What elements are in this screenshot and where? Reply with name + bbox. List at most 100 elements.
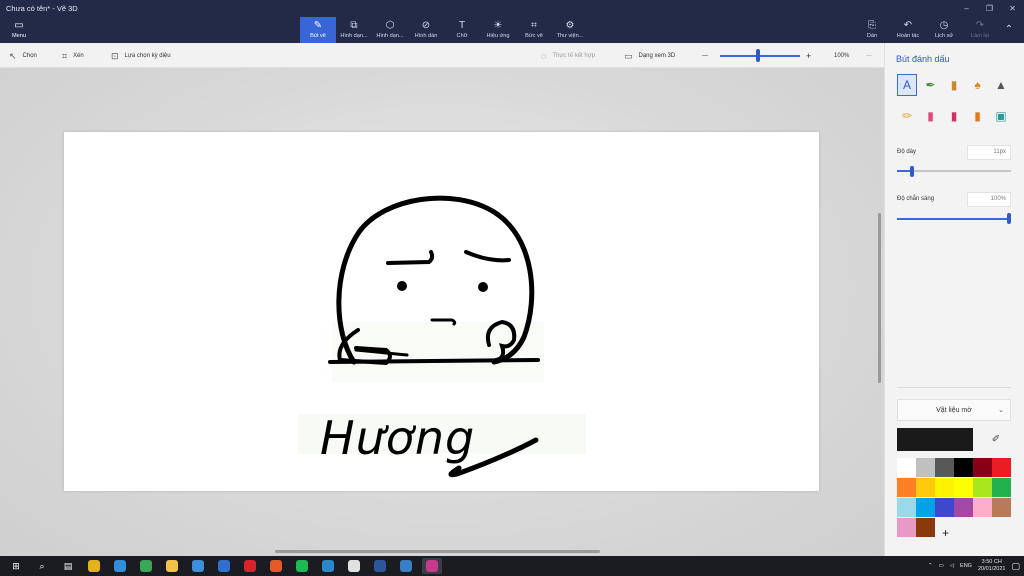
word-icon[interactable] <box>370 558 390 574</box>
start-icon[interactable]: ⊞ <box>6 558 26 574</box>
tab-3d-library[interactable]: ⚙ Thư viện... <box>552 17 588 43</box>
notifications-app-icon[interactable] <box>344 558 364 574</box>
paint-3d-icon[interactable] <box>422 558 442 574</box>
vertical-scrollbar[interactable] <box>878 213 881 383</box>
color-swatch[interactable] <box>954 458 973 477</box>
task-view-icon[interactable]: ▤ <box>58 558 78 574</box>
tab-label: Hình dạn... <box>376 33 404 39</box>
cursor-icon: ↖ <box>9 50 17 61</box>
redo-button[interactable]: ↷ Làm lại <box>962 17 998 43</box>
zoom-level[interactable]: 100% <box>834 43 849 68</box>
select-button[interactable]: ↖ Chọn <box>9 43 37 68</box>
tab-brushes[interactable]: ✎ Bút vẽ <box>300 17 336 43</box>
color-swatch[interactable] <box>935 498 954 517</box>
color-swatch[interactable] <box>992 478 1011 497</box>
volume-icon[interactable]: ◁ <box>950 563 954 569</box>
pencil-icon[interactable]: ✏ <box>897 105 917 127</box>
menu-button[interactable]: ▭ Menu <box>6 19 32 41</box>
store-icon[interactable] <box>188 558 208 574</box>
zoom-slider-thumb[interactable] <box>756 49 760 62</box>
pixel-pen-icon[interactable]: ▲ <box>991 74 1011 96</box>
color-swatch[interactable] <box>973 498 992 517</box>
zoom-slider[interactable] <box>720 55 800 57</box>
zoom-out-button[interactable]: — <box>702 43 708 68</box>
color-swatch[interactable] <box>954 498 973 517</box>
color-swatch[interactable] <box>897 498 916 517</box>
notification-icon[interactable]: ▢ <box>1011 561 1020 572</box>
color-swatch[interactable] <box>916 498 935 517</box>
chevron-down-icon: ⌄ <box>998 407 1004 414</box>
eyedropper-button[interactable]: ✐ <box>981 428 1011 451</box>
color-swatch[interactable] <box>916 478 935 497</box>
view-3d-button[interactable]: ▭ Dạng xem 3D <box>624 43 675 68</box>
chrome-alt-icon[interactable] <box>136 558 156 574</box>
history-button[interactable]: ◷ Lịch sử <box>926 17 962 43</box>
spray-can-icon[interactable]: ▮ <box>968 105 988 127</box>
photos-icon[interactable] <box>318 558 338 574</box>
crayon-icon[interactable]: ▮ <box>944 105 964 127</box>
pinterest-icon[interactable] <box>240 558 260 574</box>
color-swatch[interactable] <box>897 478 916 497</box>
tab-label: Hình dạn... <box>340 33 368 39</box>
opacity-slider-thumb[interactable] <box>1007 213 1011 224</box>
paste-button[interactable]: ⎘ Dán <box>854 17 890 43</box>
opacity-slider[interactable] <box>897 218 1011 220</box>
color-swatch[interactable] <box>992 458 1011 477</box>
close-button[interactable]: ✕ <box>1001 0 1024 17</box>
edge-icon[interactable] <box>110 558 130 574</box>
eraser-icon[interactable]: ▮ <box>921 105 941 127</box>
magic-select-button[interactable]: ⊡ Lựa chọn kỳ diệu <box>111 43 171 68</box>
add-color-button[interactable]: + <box>936 523 955 542</box>
current-color-swatch[interactable] <box>897 428 973 451</box>
thickness-field[interactable]: 11px <box>967 145 1011 160</box>
spotify-icon[interactable] <box>292 558 312 574</box>
photo-viewer-icon[interactable] <box>396 558 416 574</box>
mixed-reality-button[interactable]: ◌ Thực tế kết hợp <box>541 43 595 68</box>
fill-bucket-icon[interactable]: ▣ <box>991 105 1011 127</box>
more-options-button[interactable]: ··· <box>866 43 872 68</box>
opacity-field[interactable]: 100% <box>967 192 1011 207</box>
color-swatch[interactable] <box>992 498 1011 517</box>
oil-brush-icon[interactable]: ▮ <box>944 74 964 96</box>
color-swatch[interactable] <box>973 478 992 497</box>
tab-canvas[interactable]: ⌗ Bức vẽ <box>516 17 552 43</box>
crop-button[interactable]: ⌗ Xén <box>62 43 84 68</box>
material-dropdown[interactable]: Vật liệu mờ ⌄ <box>897 399 1011 421</box>
tab-3d-shapes[interactable]: ⬡ Hình dạn... <box>372 17 408 43</box>
zoom-in-button[interactable]: + <box>806 43 811 68</box>
color-swatch[interactable] <box>935 478 954 497</box>
color-swatch[interactable] <box>973 458 992 477</box>
thickness-slider[interactable] <box>897 170 1011 172</box>
tab-effects[interactable]: ☀ Hiệu ứng <box>480 17 516 43</box>
color-swatch[interactable] <box>935 458 954 477</box>
color-swatch[interactable] <box>916 518 935 537</box>
horizontal-scrollbar[interactable] <box>275 550 600 553</box>
maximize-button[interactable]: ❐ <box>978 0 1001 17</box>
mail-icon[interactable] <box>214 558 234 574</box>
tab-text[interactable]: T Chữ <box>444 17 480 43</box>
network-icon[interactable]: ▭ <box>939 563 944 569</box>
thickness-slider-thumb[interactable] <box>909 166 914 177</box>
color-swatch[interactable] <box>897 518 916 537</box>
language-indicator[interactable]: ENG <box>960 563 972 569</box>
tray-chevron-icon[interactable]: ⌃ <box>928 563 933 569</box>
undo-button[interactable]: ↶ Hoàn tác <box>890 17 926 43</box>
video-editor-icon[interactable] <box>266 558 286 574</box>
search-icon[interactable]: ⌕ <box>32 558 52 574</box>
color-swatch[interactable] <box>954 478 973 497</box>
drawing-sketch: Hương <box>298 195 586 478</box>
color-swatch[interactable] <box>897 458 916 477</box>
tab-2d-shapes[interactable]: ⧉ Hình dạn... <box>336 17 372 43</box>
file-explorer-icon[interactable] <box>162 558 182 574</box>
collapse-ribbon-button[interactable]: ⌃ <box>994 17 1024 43</box>
marker-icon[interactable]: A <box>897 74 917 96</box>
color-swatch[interactable] <box>916 458 935 477</box>
clock[interactable]: 3:50 CH 20/01/2021 <box>978 559 1006 573</box>
minimize-button[interactable]: – <box>955 0 978 17</box>
drawing-canvas[interactable]: Hương <box>64 132 819 491</box>
tab-stickers[interactable]: ⊘ Hình dán <box>408 17 444 43</box>
chrome-icon[interactable] <box>84 558 104 574</box>
watercolor-icon[interactable]: ♠ <box>968 74 988 96</box>
app-glyph <box>296 560 308 572</box>
calligraphy-pen-icon[interactable]: ✒ <box>921 74 941 96</box>
